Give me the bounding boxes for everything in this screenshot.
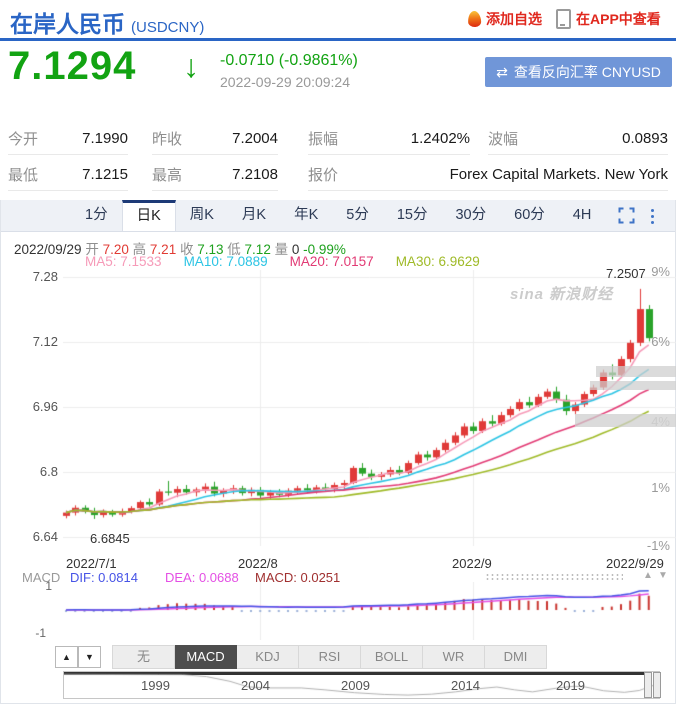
pct-axis-label: 6% (651, 334, 670, 349)
stat-low: 最低 7.1215 (8, 158, 128, 191)
stat-label: 报价 (308, 164, 338, 185)
stat-quote-source: 报价 Forex Capital Markets. New York (308, 158, 668, 191)
indicator-tab-dmi[interactable]: DMI (485, 645, 547, 669)
stat-prev-close: 昨收 7.2004 (152, 122, 278, 155)
down-triangle-icon: ▼ (85, 652, 94, 662)
page-title: 在岸人民币 (USDCNY) (10, 5, 204, 39)
period-high-label: 7.2507 (606, 266, 646, 281)
navigator-handle-right[interactable] (653, 672, 661, 698)
chart-toolbar (618, 207, 654, 224)
reverse-rate-label: 查看反向汇率 CNYUSD (514, 62, 661, 82)
navigator-year: 1999 (141, 678, 170, 693)
y-axis-label: 7.12 (0, 334, 58, 349)
stat-label: 今开 (8, 128, 38, 149)
period-low-label: 6.6845 (90, 531, 130, 546)
add-watchlist-button[interactable]: 添加自选 (468, 9, 542, 29)
stat-open: 今开 7.1990 (8, 122, 128, 155)
instrument-name: 在岸人民币 (10, 11, 125, 37)
y-axis-label: 6.96 (0, 399, 58, 414)
period-tabbar: 1分 日K 周K 月K 年K 5分 15分 30分 60分 4H (1, 200, 675, 232)
pct-axis-label: -1% (647, 538, 670, 553)
quote-timestamp: 2022-09-29 20:09:24 (220, 74, 350, 90)
stat-label: 最高 (152, 164, 182, 185)
view-in-app-button[interactable]: 在APP中查看 (556, 9, 661, 29)
more-options-icon[interactable] (651, 209, 654, 212)
navigator-year: 2019 (556, 678, 585, 693)
up-triangle-icon: ▲ (62, 652, 71, 662)
gray-band (596, 366, 676, 377)
stat-value: 7.2004 (232, 130, 278, 147)
stat-label: 波幅 (488, 128, 518, 149)
phone-icon (556, 9, 571, 29)
indicator-tab-rsi[interactable]: RSI (299, 645, 361, 669)
tab-1min[interactable]: 1分 (71, 200, 122, 231)
stat-value: 7.1990 (82, 130, 128, 147)
range-navigator[interactable]: 1999 2004 2009 2014 2019 (63, 671, 660, 699)
x-axis-label: 2022/9 (452, 556, 492, 571)
stat-high: 最高 7.2108 (152, 158, 278, 191)
stat-range: 波幅 0.0893 (488, 122, 668, 155)
pct-axis-label: 1% (651, 480, 670, 495)
collapse-up-icon[interactable]: ▲ (643, 570, 653, 581)
reverse-rate-button[interactable]: ⇄ 查看反向汇率 CNYUSD (485, 57, 672, 87)
tab-yearly-k[interactable]: 年K (280, 200, 332, 231)
indicator-tab-wr[interactable]: WR (423, 645, 485, 669)
down-arrow-icon: ↓ (183, 48, 199, 85)
tab-weekly-k[interactable]: 周K (176, 200, 228, 231)
tab-daily-k[interactable]: 日K (122, 200, 176, 231)
indicator-tab-macd[interactable]: MACD (175, 645, 237, 669)
y-axis-label: 7.28 (0, 269, 58, 284)
macd-chart[interactable] (0, 582, 676, 640)
y-axis-label: 6.8 (0, 464, 58, 479)
usdcny-quote-page: 在岸人民币 (USDCNY) 添加自选 在APP中查看 7.1294 ↓ -0.0… (0, 0, 676, 704)
stat-label: 最低 (8, 164, 38, 185)
stat-value: Forex Capital Markets. New York (450, 166, 668, 183)
tab-4h[interactable]: 4H (559, 200, 606, 231)
collapse-down-icon[interactable]: ▼ (658, 570, 668, 581)
tab-30min[interactable]: 30分 (441, 200, 500, 231)
candlestick-chart[interactable] (0, 266, 676, 556)
navigator-year: 2009 (341, 678, 370, 693)
stat-value: 7.1215 (82, 166, 128, 183)
navigator-year: 2004 (241, 678, 270, 693)
gray-band (575, 414, 676, 427)
instrument-code: (USDCNY) (131, 19, 204, 36)
indicator-tabbar: 无 MACD KDJ RSI BOLL WR DMI (112, 645, 547, 669)
stat-amplitude: 振幅 1.2402% (308, 122, 470, 155)
fullscreen-icon[interactable] (618, 207, 635, 224)
stat-value: 1.2402% (411, 130, 470, 147)
add-watchlist-label: 添加自选 (486, 9, 542, 29)
macd-dotted-strip (485, 573, 623, 581)
stat-label: 昨收 (152, 128, 182, 149)
flame-icon (468, 11, 482, 28)
stat-value: 7.2108 (232, 166, 278, 183)
gray-band (590, 381, 676, 390)
x-axis-label: 2022/8 (238, 556, 278, 571)
scale-up-button[interactable]: ▲ (55, 646, 78, 668)
stat-label: 振幅 (308, 128, 338, 149)
x-axis-label: 2022/7/1 (66, 556, 117, 571)
scale-down-button[interactable]: ▼ (78, 646, 101, 668)
swap-icon: ⇄ (496, 64, 508, 81)
y-axis-label: 6.64 (0, 529, 58, 544)
pct-axis-label: 9% (651, 264, 670, 279)
x-axis-label: 2022/9/29 (606, 556, 664, 571)
sina-watermark: sina 新浪财经 (510, 283, 613, 304)
stat-value: 0.0893 (622, 130, 668, 147)
tab-monthly-k[interactable]: 月K (228, 200, 280, 231)
last-price: 7.1294 (8, 44, 136, 89)
price-change: -0.0710 (-0.9861%) (220, 52, 358, 70)
navigator-year: 2014 (451, 678, 480, 693)
indicator-tab-none[interactable]: 无 (112, 645, 175, 669)
page-header: 在岸人民币 (USDCNY) 添加自选 在APP中查看 (0, 0, 676, 41)
indicator-tab-kdj[interactable]: KDJ (237, 645, 299, 669)
ohlc-date: 2022/09/29 (14, 242, 82, 257)
tab-60min[interactable]: 60分 (500, 200, 559, 231)
navigator-handle-left[interactable] (644, 672, 652, 698)
tab-15min[interactable]: 15分 (383, 200, 442, 231)
view-in-app-label: 在APP中查看 (576, 9, 661, 29)
indicator-tab-boll[interactable]: BOLL (361, 645, 423, 669)
tab-5min[interactable]: 5分 (332, 200, 383, 231)
